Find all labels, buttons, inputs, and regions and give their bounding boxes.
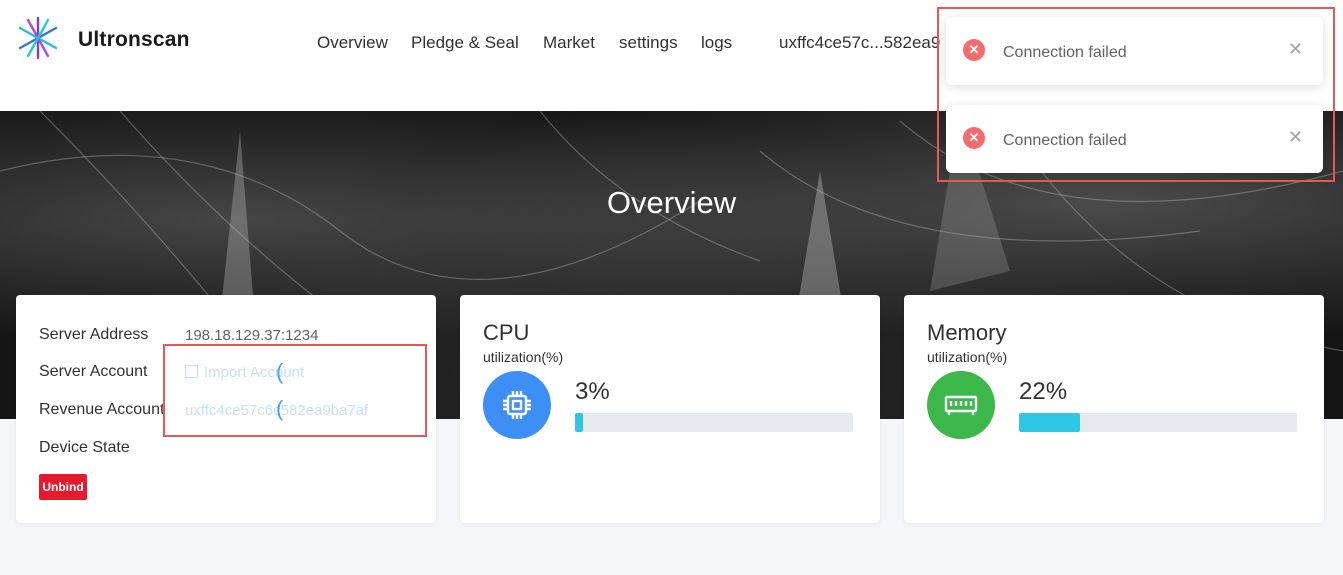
nav-market[interactable]: Market xyxy=(543,33,595,53)
nav-logs[interactable]: logs xyxy=(701,33,732,53)
toast-message: Connection failed xyxy=(1003,44,1127,61)
cpu-value: 3% xyxy=(575,378,610,405)
memory-subtitle: utilization(%) xyxy=(927,349,1008,365)
brand-name: Ultronscan xyxy=(78,28,190,51)
cpu-chip-icon xyxy=(483,371,551,439)
unbind-button[interactable]: Unbind xyxy=(39,474,87,500)
error-circle-icon: ✕ xyxy=(963,39,985,61)
error-circle-icon: ✕ xyxy=(963,127,985,149)
cpu-subtitle: utilization(%) xyxy=(483,349,564,365)
memory-card: Memory utilization(%) 22% xyxy=(904,295,1324,523)
cpu-progress-bar xyxy=(575,413,853,432)
memory-progress-fill xyxy=(1019,413,1081,432)
revenue-account-label: Revenue Account xyxy=(39,401,165,418)
memory-progress-bar xyxy=(1019,413,1297,432)
nav-pledge-seal[interactable]: Pledge & Seal xyxy=(411,33,519,53)
server-address-value: 198.18.129.37:1234 xyxy=(185,327,319,344)
ultronscan-logo-icon[interactable] xyxy=(14,14,62,62)
error-toast: ✕ Connection failed ✕ xyxy=(946,105,1323,173)
loading-spinner-icon: ( xyxy=(276,359,284,384)
server-address-label: Server Address xyxy=(39,326,149,343)
nav-overview[interactable]: Overview xyxy=(317,33,388,53)
close-icon[interactable]: ✕ xyxy=(1288,127,1303,148)
server-account-label: Server Account xyxy=(39,363,148,380)
cpu-progress-fill xyxy=(575,413,584,432)
memory-value: 22% xyxy=(1019,378,1068,405)
import-account-text: Import Account xyxy=(204,364,305,381)
cpu-title: CPU xyxy=(483,320,530,345)
server-info-card: Server Address 198.18.129.37:1234 Server… xyxy=(16,295,436,523)
memory-ram-icon xyxy=(927,371,995,439)
edit-link-icon xyxy=(185,365,198,378)
close-icon[interactable]: ✕ xyxy=(1288,39,1303,60)
nav-settings[interactable]: settings xyxy=(619,33,678,53)
cpu-card: CPU utilization(%) 3% xyxy=(460,295,880,523)
memory-title: Memory xyxy=(927,320,1007,345)
device-state-label: Device State xyxy=(39,439,130,456)
import-account-link[interactable]: Import Account xyxy=(185,364,304,381)
page-title: Overview xyxy=(606,185,737,220)
wallet-address[interactable]: uxffc4ce57c...582ea9 xyxy=(779,33,940,53)
toast-message: Connection failed xyxy=(1003,132,1127,149)
error-toast: ✕ Connection failed ✕ xyxy=(946,17,1323,85)
loading-spinner-icon: ( xyxy=(276,396,284,421)
